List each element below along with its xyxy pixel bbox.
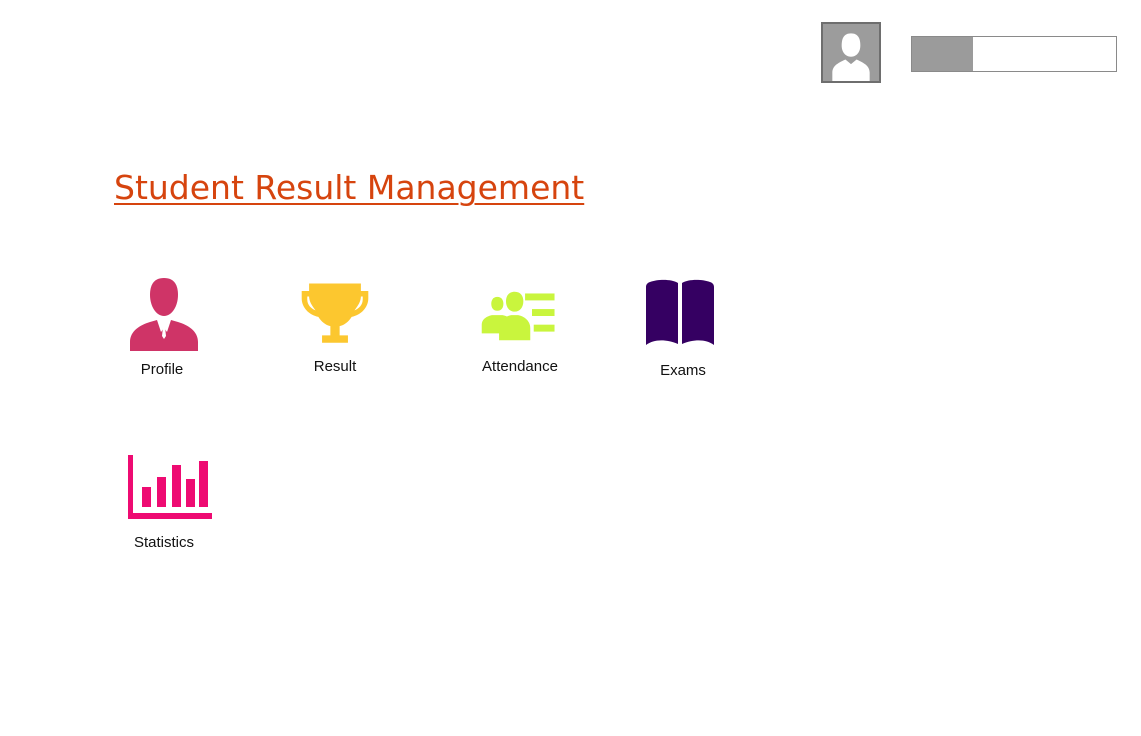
- statistics-tile[interactable]: Statistics: [120, 445, 220, 560]
- result-label: Result: [313, 358, 357, 375]
- exams-label: Exams: [660, 362, 706, 379]
- user-silhouette-icon: [823, 24, 879, 81]
- user-icon: [130, 278, 198, 351]
- result-tile[interactable]: Result: [290, 270, 380, 385]
- exams-tile[interactable]: Exams: [640, 270, 730, 385]
- trophy-icon: [301, 283, 369, 343]
- user-avatar[interactable]: [821, 22, 881, 83]
- login-progress-bar: [911, 36, 1117, 72]
- statistics-label: Statistics: [133, 534, 195, 551]
- attendance-tile[interactable]: Attendance: [470, 270, 570, 385]
- app-window: Student Result Management Profile Result…: [0, 0, 1141, 736]
- attendance-icon: [481, 291, 555, 341]
- bar-chart-icon: [128, 455, 212, 519]
- page-title: Student Result Management: [114, 168, 585, 207]
- attendance-label: Attendance: [482, 358, 558, 375]
- progress-fill: [912, 37, 974, 71]
- book-icon: [646, 279, 714, 345]
- profile-tile[interactable]: Profile: [120, 270, 210, 385]
- profile-label: Profile: [140, 361, 184, 378]
